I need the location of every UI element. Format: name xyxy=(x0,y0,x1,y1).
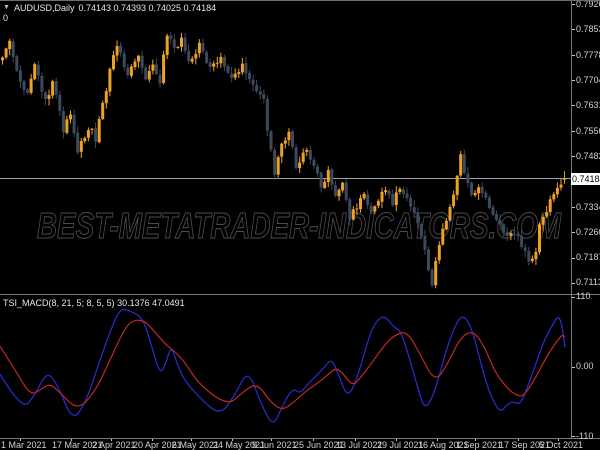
date-axis-tick xyxy=(475,439,476,441)
indicator-header: TSI_MACD(8, 21, 5; 8, 5, 5) 30.1376 47.0… xyxy=(3,298,185,308)
signal-line xyxy=(0,320,565,408)
date-axis-tick xyxy=(232,439,233,441)
date-axis[interactable]: 1 Mar 202117 Mar 20212 Apr 202120 Apr 20… xyxy=(0,439,600,450)
chart-header: ▼ AUDUSD,Daily 0.74143 0.74393 0.74025 0… xyxy=(3,3,216,23)
price-axis-label: 0.77045 xyxy=(576,76,600,85)
price-axis-tick xyxy=(572,283,575,284)
price-axis-label: 0.76310 xyxy=(576,101,600,110)
date-axis-label: 9 Jun 2021 xyxy=(252,441,297,450)
date-axis-label: 6 May 2021 xyxy=(172,441,219,450)
current-price-tag: 0.74184 xyxy=(571,173,600,185)
date-axis-label: 1 Sep 2021 xyxy=(456,441,502,450)
mt4-chart-window: BEST-METATRADER-INDICATORS.COM ▼ AUDUSD,… xyxy=(0,0,600,450)
date-axis-label: 1 Mar 2021 xyxy=(1,441,47,450)
date-axis-label: 2 Apr 2021 xyxy=(92,441,136,450)
price-axis-tick xyxy=(572,105,575,106)
date-axis-tick xyxy=(355,439,356,441)
date-axis-label: 13 Jul 2021 xyxy=(336,441,383,450)
price-axis-tick xyxy=(572,80,575,81)
price-axis-label: 0.73340 xyxy=(576,203,600,212)
price-axis-tick xyxy=(572,29,575,30)
date-axis-tick xyxy=(71,439,72,441)
date-axis-label: 5 Oct 2021 xyxy=(539,441,583,450)
date-axis-tick xyxy=(313,439,314,441)
price-axis-tick xyxy=(572,4,575,5)
pane-separator[interactable] xyxy=(0,294,600,295)
price-axis-label: 0.79265 xyxy=(576,0,600,9)
price-axis-tick xyxy=(572,258,575,259)
price-axis-label: 0.74825 xyxy=(576,152,600,161)
date-axis-tick xyxy=(152,439,153,441)
indicator-zero-value: 0 xyxy=(3,13,216,23)
price-axis[interactable]: 0.79265 0.78530 0.77780 0.77045 0.76310 0.755… xyxy=(572,1,600,438)
symbol-title: AUDUSD,Daily xyxy=(14,3,75,13)
date-axis-tick xyxy=(191,439,192,441)
price-axis-label: 0.71135 xyxy=(576,278,600,287)
date-axis-tick xyxy=(111,439,112,441)
date-axis-tick xyxy=(518,439,519,441)
price-axis-tick xyxy=(572,232,575,233)
price-axis-label: 0.75560 xyxy=(576,127,600,136)
price-axis-tick xyxy=(572,156,575,157)
indicator-axis-label: 110 xyxy=(576,292,590,301)
date-axis-tick xyxy=(558,439,559,441)
price-axis-tick xyxy=(572,55,575,56)
price-axis-label: 0.78530 xyxy=(576,25,600,34)
price-axis-label: 0.71870 xyxy=(576,253,600,262)
date-axis-label: 29 Jul 2021 xyxy=(377,441,424,450)
date-axis-tick xyxy=(20,439,21,441)
candles-layer xyxy=(1,32,566,288)
indicator-values: 30.1376 47.0491 xyxy=(117,298,185,308)
tsi-macd-chart xyxy=(0,296,571,438)
indicator-axis-label: 0.00 xyxy=(576,362,594,371)
price-axis-tick xyxy=(572,207,575,208)
price-axis-tick xyxy=(572,131,575,132)
tsi-line xyxy=(0,309,565,421)
indicator-axis-tick xyxy=(572,436,575,437)
indicator-pane[interactable] xyxy=(0,296,571,438)
date-axis-tick xyxy=(271,439,272,441)
indicator-name: TSI_MACD(8, 21, 5; 8, 5, 5) xyxy=(3,298,115,308)
indicator-axis-tick xyxy=(572,367,575,368)
watermark: BEST-METATRADER-INDICATORS.COM xyxy=(37,205,562,246)
indicator-axis-tick xyxy=(572,297,575,298)
ohlc-values: 0.74143 0.74393 0.74025 0.74184 xyxy=(78,3,216,13)
date-axis-tick xyxy=(396,439,397,441)
candlestick-chart: BEST-METATRADER-INDICATORS.COM xyxy=(0,1,571,294)
price-axis-label: 0.77780 xyxy=(576,51,600,60)
symbol-dropdown-icon[interactable]: ▼ xyxy=(3,3,10,13)
date-axis-tick xyxy=(437,439,438,441)
main-chart-pane[interactable]: BEST-METATRADER-INDICATORS.COM xyxy=(0,1,571,294)
price-axis-label: 0.72605 xyxy=(576,228,600,237)
